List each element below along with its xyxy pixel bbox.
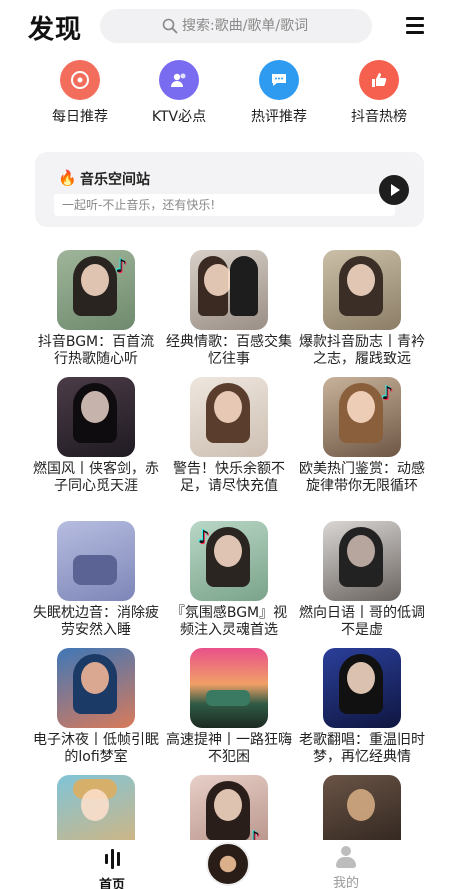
playlist-card[interactable]: 失眠枕边音：消除疲劳安然入睡 — [31, 521, 161, 639]
search-icon — [162, 18, 178, 34]
person-icon — [336, 846, 356, 868]
play-icon[interactable] — [379, 175, 409, 205]
playlist-title: 爆款抖音励志丨青衿之志，履践致远 — [299, 334, 425, 367]
playlist-title: 抖音BGM：百首流行热歌随心听 — [37, 334, 155, 367]
banner-subtitle: 一起听-不止音乐，还有快乐! — [54, 194, 395, 216]
playlist-card[interactable]: 爆款抖音励志丨青衿之志，履践致远 — [297, 250, 427, 368]
playlist-title: 燃国风丨侠客剑，赤子同心觅天涯 — [33, 461, 159, 494]
playlist-cover — [190, 250, 268, 330]
playlist-cover: ♪ — [190, 521, 268, 601]
quick-entry-daily[interactable]: 每日推荐 — [30, 60, 130, 126]
playlist-title: 『氛围感BGM』视频注入灵魂首选 — [170, 605, 288, 638]
quick-entry-label: 每日推荐 — [52, 109, 108, 125]
playlist-card[interactable]: 经典情歌：百感交集忆往事 — [164, 250, 294, 368]
playlist-cover — [57, 521, 135, 601]
quick-entry-label: 热评推荐 — [251, 109, 307, 125]
playlist-cover — [323, 648, 401, 728]
playlist-cover — [57, 377, 135, 457]
nav-mine-label: 我的 — [332, 876, 359, 889]
menu-icon[interactable] — [406, 17, 424, 34]
playlist-cover — [190, 648, 268, 728]
quick-entry-label: 抖音热榜 — [351, 109, 407, 125]
banner-title: 音乐空间站 — [80, 172, 150, 188]
playlist-cover — [323, 521, 401, 601]
quick-entry-douyin-chart[interactable]: 抖音热榜 — [329, 60, 429, 126]
playlist-card[interactable]: ♪ 欧美热门鉴赏：动感旋律带你无限循环 — [297, 377, 427, 495]
playlist-card[interactable]: 警告！快乐余额不足，请尽快充值 — [164, 377, 294, 495]
playlist-title: 高速提神丨一路狂嗨不犯困 — [166, 732, 292, 765]
thumbs-up-icon — [359, 60, 399, 100]
nav-home[interactable]: 首页 — [67, 840, 157, 889]
search-bar[interactable] — [100, 9, 372, 43]
playlist-cover — [57, 648, 135, 728]
playlist-card[interactable]: ♪ 『氛围感BGM』视频注入灵魂首选 — [164, 521, 294, 639]
tiktok-icon: ♪ — [381, 383, 394, 404]
playlist-cover — [323, 250, 401, 330]
playlist-title: 失眠枕边音：消除疲劳安然入睡 — [33, 605, 159, 638]
playlist-card[interactable]: ♪ 抖音BGM：百首流行热歌随心听 — [31, 250, 161, 368]
fire-icon: 🔥 — [58, 169, 77, 187]
playlist-title: 老歌翻唱：重温旧时梦，再忆经典情 — [299, 732, 425, 765]
nav-mine[interactable]: 我的 — [301, 840, 391, 889]
playlist-cover: ♪ — [323, 377, 401, 457]
now-playing-disc[interactable] — [206, 842, 250, 886]
playlist-cover: ♪ — [57, 250, 135, 330]
quick-entry-ktv[interactable]: KTV必点 — [129, 60, 229, 126]
playlist-card[interactable]: 高速提神丨一路狂嗨不犯困 — [164, 648, 294, 766]
search-input[interactable] — [182, 18, 352, 34]
group-icon — [159, 60, 199, 100]
tiktok-icon: ♪ — [115, 256, 128, 277]
playlist-card[interactable]: 燃向日语丨哥的低调不是虚 — [297, 521, 427, 639]
playlist-title: 电子沐夜丨低帧引眠的lofi梦室 — [33, 732, 159, 765]
music-station-banner[interactable]: 🔥 音乐空间站 一起听-不止音乐，还有快乐! — [35, 152, 424, 227]
playlist-card[interactable]: 电子沐夜丨低帧引眠的lofi梦室 — [31, 648, 161, 766]
chat-icon — [259, 60, 299, 100]
playlist-cover — [190, 377, 268, 457]
playlist-title: 欧美热门鉴赏：动感旋律带你无限循环 — [299, 461, 425, 494]
quick-entry-label: KTV必点 — [151, 109, 207, 125]
playlist-title: 燃向日语丨哥的低调不是虚 — [299, 605, 425, 638]
tiktok-icon: ♪ — [198, 527, 210, 548]
playlist-title: 警告！快乐余额不足，请尽快充值 — [173, 461, 285, 494]
playlist-title: 经典情歌：百感交集忆往事 — [166, 334, 292, 367]
quick-entry-row: 每日推荐 KTV必点 热评推荐 抖音热榜 — [0, 60, 454, 126]
disc-icon — [60, 60, 100, 100]
playlist-card[interactable]: 老歌翻唱：重温旧时梦，再忆经典情 — [297, 648, 427, 766]
equalizer-icon — [67, 848, 157, 870]
header: 发现 — [0, 0, 454, 54]
playlist-card[interactable]: 燃国风丨侠客剑，赤子同心觅天涯 — [31, 377, 161, 495]
page-title: 发现 — [28, 15, 83, 45]
nav-home-label: 首页 — [98, 878, 125, 889]
quick-entry-comments[interactable]: 热评推荐 — [229, 60, 329, 126]
